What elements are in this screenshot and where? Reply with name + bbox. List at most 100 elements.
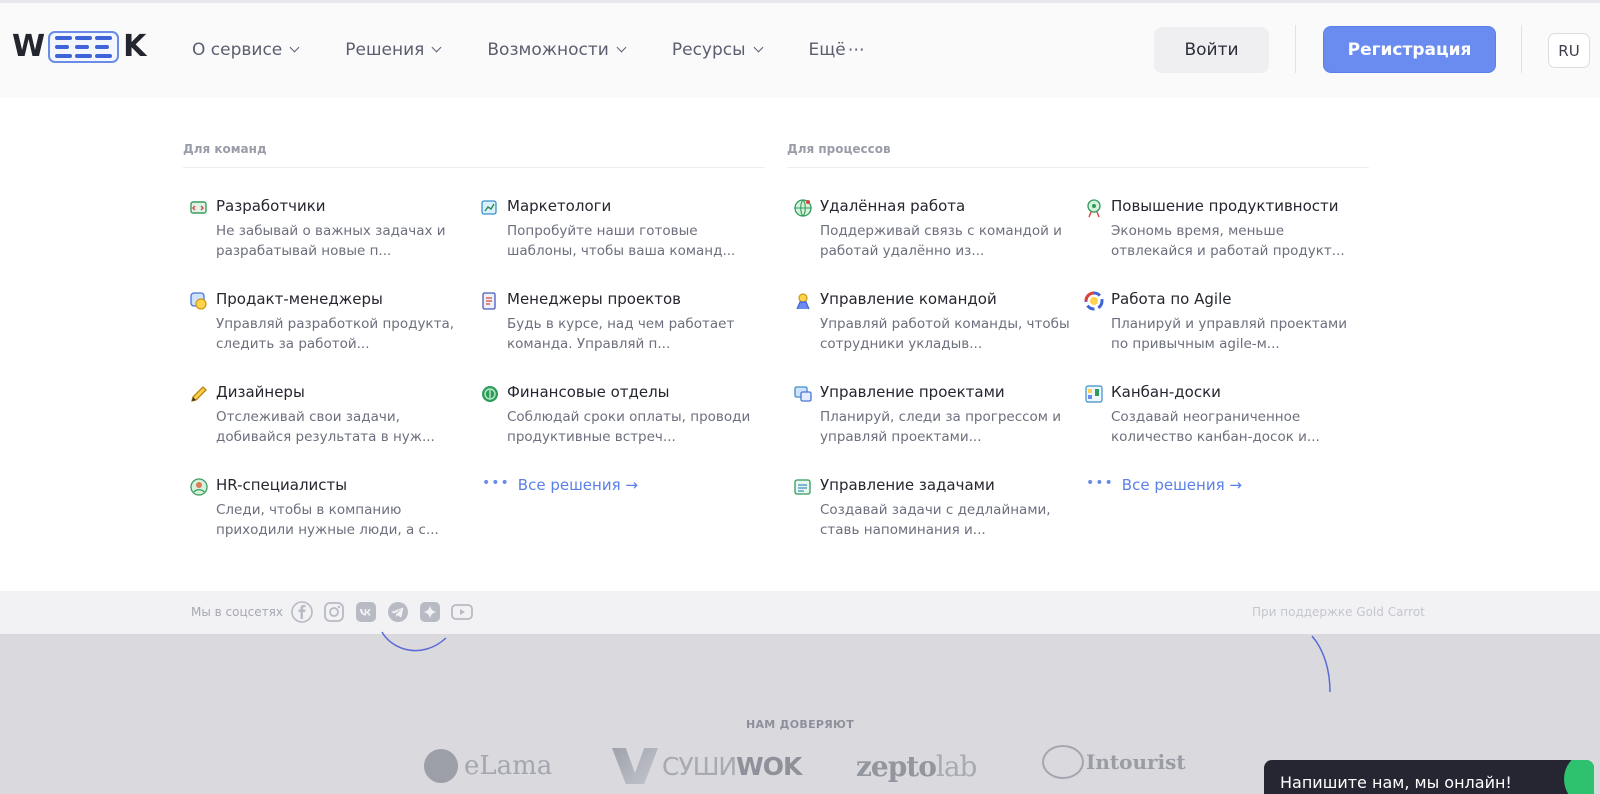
item-description: Планируй, следи за прогрессом и управляй… [820,409,1062,445]
chat-widget[interactable]: Напишите нам, мы онлайн! [1264,760,1594,794]
item-title: Менеджеры проектов [507,290,682,308]
login-button[interactable]: Войти [1154,27,1269,73]
dropdown-footer: Мы в соцсетях При поддержке Gold Carrot [0,591,1600,634]
item-title: Повышение продуктивности [1111,197,1339,215]
item-description: Не забывай о важных задачах и разрабатыв… [216,223,446,259]
header-divider [1521,25,1522,73]
project-manager-icon [482,292,496,310]
register-button[interactable]: Регистрация [1323,26,1496,73]
item-description: Будь в курсе, над чем работает команда. … [507,316,735,352]
kanban-icon [1085,385,1103,403]
logo-eee-mark [48,31,120,63]
instagram-icon[interactable] [323,601,345,623]
logo-letter-w: W [12,29,45,64]
nav-resources[interactable]: Ресурсы [671,40,763,60]
item-title: Управление командой [820,290,997,308]
finance-icon [482,386,498,402]
remote-work-icon [794,199,812,217]
teams-divider [183,167,765,168]
sushiwok-mark-icon [612,748,658,784]
more-dots-icon: ⋯ [847,40,865,60]
nav-solutions-label: Решения [345,40,425,60]
trusted-by-heading: НАМ ДОВЕРЯЮТ [745,718,855,731]
main-nav: О сервисе Решения Возможности Ресурсы Ещ… [192,33,912,67]
chevron-down-icon [616,42,627,53]
nav-more[interactable]: Ещё ⋯ [809,40,865,60]
sushiwok-name-a: СУШИ [662,751,737,781]
site-header: W K О сервисе Решения Возможности Ресурс… [0,0,1600,98]
partner-logo-sushiwok: СУШИ WOK [612,744,802,788]
marketing-icon [481,200,497,215]
nav-features-label: Возможности [487,40,609,60]
partner-logo-elama: eLama [424,744,552,788]
item-description: Экономь время, меньше отвлекайся и работ… [1111,223,1345,259]
weeek-logo[interactable]: W K [12,30,146,64]
item-title: Разработчики [216,197,326,215]
all-solutions-link-processes[interactable]: ••• Все решения → [1086,475,1242,494]
solutions-dropdown: Для команд Для процессов Разработчики Не… [0,98,1600,591]
header-divider [1295,25,1296,73]
chat-label: Напишите нам, мы онлайн! [1280,773,1512,792]
nav-more-label: Ещё [808,40,846,60]
nav-about[interactable]: О сервисе [192,40,300,60]
item-title: Управление проектами [820,383,1005,401]
teams-heading: Для команд [183,142,267,156]
developer-icon [190,201,207,214]
all-solutions-label: Все решения → [1121,476,1242,494]
project-management-icon [794,386,812,402]
chevron-down-icon [431,42,442,53]
decorative-curve [1311,635,1331,693]
productivity-icon [1087,199,1101,218]
item-description: Следи, чтобы в компанию приходили нужные… [216,502,439,538]
processes-divider [787,167,1369,168]
social-label: Мы в соцсетях [191,605,283,619]
dots-icon: ••• [1086,475,1114,491]
youtube-icon[interactable] [451,601,473,623]
item-title: Работа по Agile [1111,290,1232,308]
item-title: HR-специалисты [216,476,348,494]
item-description: Создавай задачи с дедлайнами, ставь напо… [820,502,1051,538]
support-text: При поддержке Gold Carrot [1252,605,1425,619]
chat-status-indicator [1564,760,1594,794]
nav-resources-label: Ресурсы [671,40,746,60]
agile-icon [1084,291,1104,311]
vk-icon[interactable] [355,601,377,623]
zeptolab-name-b: lab [935,749,978,783]
item-description: Отслеживай свои задачи, добивайся резуль… [216,409,435,445]
nav-features[interactable]: Возможности [487,40,627,60]
all-solutions-link-teams[interactable]: ••• Все решения → [482,475,638,494]
partner-logo-zeptolab: zepto lab [856,744,978,788]
item-title: Управление задачами [820,476,995,494]
item-title: Канбан-доски [1111,383,1221,401]
item-description: Управляй разработкой продукта, следить з… [216,316,455,352]
zeptolab-name-a: zepto [856,749,937,783]
zen-icon[interactable] [419,601,441,623]
designer-icon [191,386,207,402]
dots-icon: ••• [482,475,510,491]
chevron-down-icon [289,42,300,53]
item-description: Создавай неограниченное количество канба… [1111,409,1320,445]
team-management-icon [796,293,810,310]
nav-solutions[interactable]: Решения [345,40,442,60]
intourist-globe-icon [1042,745,1084,779]
item-description: Соблюдай сроки оплаты, проводи продуктив… [507,409,751,445]
partner-logo-intourist: Intourist [1042,740,1186,784]
product-icon [190,292,207,310]
item-title: Дизайнеры [216,383,305,401]
facebook-icon[interactable] [291,601,313,623]
chevron-down-icon [753,42,763,53]
telegram-icon[interactable] [387,601,409,623]
task-management-icon [794,479,811,495]
all-solutions-label: Все решения → [517,476,638,494]
item-description: Планируй и управляй проектами по привычн… [1111,316,1347,352]
intourist-name: Intourist [1086,750,1186,774]
item-description: Управляй работой команды, чтобы сотрудни… [820,316,1070,352]
language-switch[interactable]: RU [1548,33,1590,68]
logo-letter-k: K [123,29,146,64]
item-title: Продакт-менеджеры [216,290,383,308]
sushiwok-name-b: WOK [736,751,802,781]
item-title: Удалённая работа [820,197,966,215]
elama-name: eLama [464,751,553,781]
nav-about-label: О сервисе [192,40,283,60]
item-description: Поддерживай связь с командой и работай у… [820,223,1062,259]
